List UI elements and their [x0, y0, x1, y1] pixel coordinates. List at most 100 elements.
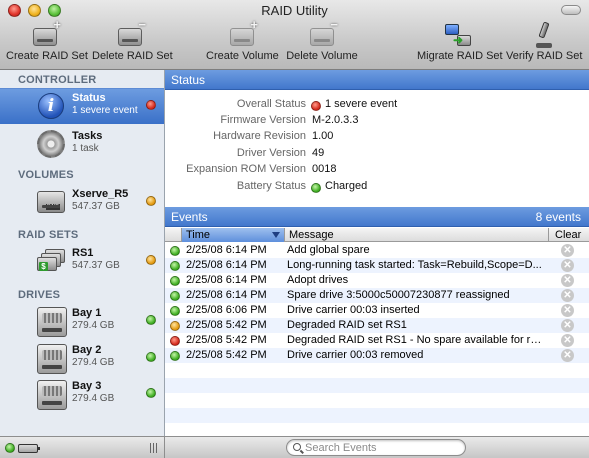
status-row-expansion-rom: Expansion ROM Version 0018: [165, 163, 589, 179]
migrate-raid-set-button[interactable]: ➜ Migrate RAID Set: [417, 20, 503, 68]
sidebar-item-label: Bay 2: [72, 344, 102, 356]
delete-volume-button[interactable]: − Delete Volume: [286, 18, 358, 68]
driver-version-label: Driver Version: [236, 147, 306, 159]
overall-status-label: Overall Status: [236, 98, 306, 110]
event-time: 2/25/08 6:14 PM: [186, 244, 267, 256]
table-row[interactable]: 2/25/08 6:14 PM Long-running task starte…: [165, 258, 589, 273]
controller-status-indicator: [5, 443, 15, 453]
event-time: 2/25/08 6:14 PM: [186, 289, 267, 301]
sidebar-item-sublabel: 1 task: [72, 143, 99, 154]
volume-drive-icon: RAID: [37, 191, 65, 213]
sidebar-item-raidset-rs1[interactable]: $ RS1 547.37 GB: [0, 244, 164, 280]
event-status-indicator: [170, 276, 180, 286]
sidebar-item-sublabel: 547.37 GB: [72, 260, 120, 271]
resize-grip-icon[interactable]: [150, 443, 158, 453]
overall-status-indicator: [311, 101, 321, 111]
gear-icon: [37, 130, 65, 158]
status-indicator: [146, 352, 156, 362]
table-row[interactable]: 2/25/08 6:06 PM Drive carrier 00:03 inse…: [165, 303, 589, 318]
sort-descending-icon: [272, 232, 280, 238]
sidebar-item-status[interactable]: i Status 1 severe event: [0, 88, 164, 124]
sidebar-footer: [0, 436, 165, 458]
events-table: Time Message Clear 2/25/08 6:14 PM Add g…: [165, 228, 589, 436]
event-message: Degraded RAID set RS1: [287, 319, 407, 331]
sidebar-item-volume-xserve-r5[interactable]: RAID Xserve_R5 547.37 GB: [0, 185, 164, 221]
sidebar-item-bay-3[interactable]: Bay 3 279.4 GB: [0, 377, 164, 413]
clear-event-icon[interactable]: ✕: [561, 289, 574, 302]
table-row[interactable]: 2/25/08 5:42 PM Drive carrier 00:03 remo…: [165, 348, 589, 363]
event-status-indicator: [170, 291, 180, 301]
toolbar-toggle-button[interactable]: [561, 5, 581, 15]
event-time: 2/25/08 5:42 PM: [186, 319, 267, 331]
sidebar-header-controller: CONTROLLER: [18, 74, 97, 86]
sidebar-item-sublabel: 279.4 GB: [72, 357, 115, 368]
status-indicator: [146, 315, 156, 325]
search-input[interactable]: [305, 441, 460, 454]
table-row[interactable]: 2/25/08 6:14 PM Spare drive 3:5000c50007…: [165, 288, 589, 303]
search-field[interactable]: [286, 439, 466, 456]
sidebar-item-bay-1[interactable]: Bay 1 279.4 GB: [0, 304, 164, 340]
sidebar-header-raid-sets: RAID SETS: [18, 229, 79, 241]
clear-event-icon[interactable]: ✕: [561, 274, 574, 287]
verify-raid-set-button[interactable]: Verify RAID Set: [506, 20, 582, 68]
clear-event-icon[interactable]: ✕: [561, 244, 574, 257]
window-titlebar: RAID Utility + Create RAID Set − Delete …: [0, 0, 589, 70]
clear-event-icon[interactable]: ✕: [561, 334, 574, 347]
event-status-indicator: [170, 336, 180, 346]
battery-icon: [18, 444, 40, 453]
sidebar-item-label: Tasks: [72, 130, 103, 142]
raid-set-icon: $: [37, 249, 65, 273]
disk-remove-icon: −: [115, 18, 146, 48]
hardware-revision-value: 1.00: [312, 130, 334, 142]
sidebar-item-label: Bay 3: [72, 380, 102, 392]
status-panel-title: Status: [171, 73, 206, 87]
volume-add-icon: +: [227, 18, 258, 48]
table-row[interactable]: 2/25/08 5:42 PM Degraded RAID set RS1 - …: [165, 333, 589, 348]
column-header-message[interactable]: Message: [286, 228, 334, 242]
event-time: 2/25/08 6:14 PM: [186, 259, 267, 271]
event-message: Add global spare: [287, 244, 370, 256]
clear-event-icon[interactable]: ✕: [561, 349, 574, 362]
clear-event-icon[interactable]: ✕: [561, 319, 574, 332]
sidebar-item-label: Status: [72, 92, 106, 104]
create-raid-set-button[interactable]: + Create RAID Set: [6, 18, 88, 68]
status-panel-header: Status: [165, 70, 589, 90]
create-volume-button[interactable]: + Create Volume: [206, 18, 279, 68]
events-panel-title: Events: [171, 210, 208, 224]
migrate-raid-set-label: Migrate RAID Set: [417, 50, 503, 62]
battery-status-label: Battery Status: [236, 180, 306, 192]
search-icon: [293, 443, 301, 451]
event-status-indicator: [170, 306, 180, 316]
column-header-clear[interactable]: Clear: [548, 228, 589, 242]
create-volume-label: Create Volume: [206, 50, 279, 62]
clear-event-icon[interactable]: ✕: [561, 304, 574, 317]
expansion-rom-label: Expansion ROM Version: [186, 163, 306, 175]
table-row[interactable]: 2/25/08 6:14 PM Add global spare ✕: [165, 243, 589, 258]
status-indicator: [146, 388, 156, 398]
verify-raid-set-label: Verify RAID Set: [506, 50, 583, 62]
disk-add-icon: +: [30, 18, 61, 48]
column-header-time[interactable]: Time: [181, 228, 285, 242]
sidebar-item-label: Bay 1: [72, 307, 102, 319]
event-time: 2/25/08 5:42 PM: [186, 349, 267, 361]
table-row[interactable]: 2/25/08 6:14 PM Adopt drives ✕: [165, 273, 589, 288]
table-row[interactable]: 2/25/08 5:42 PM Degraded RAID set RS1 ✕: [165, 318, 589, 333]
delete-raid-set-label: Delete RAID Set: [92, 50, 173, 62]
sidebar-item-tasks[interactable]: Tasks 1 task: [0, 127, 164, 163]
delete-raid-set-button[interactable]: − Delete RAID Set: [92, 18, 173, 68]
clear-event-icon[interactable]: ✕: [561, 259, 574, 272]
status-row-overall: Overall Status 1 severe event: [165, 98, 589, 114]
hardware-revision-label: Hardware Revision: [213, 130, 306, 142]
sidebar-item-bay-2[interactable]: Bay 2 279.4 GB: [0, 341, 164, 377]
event-time: 2/25/08 6:06 PM: [186, 304, 267, 316]
table-row-empty: [165, 378, 589, 393]
event-time: 2/25/08 5:42 PM: [186, 334, 267, 346]
event-status-indicator: [170, 261, 180, 271]
sidebar-item-sublabel: 547.37 GB: [72, 201, 120, 212]
table-row-empty: [165, 408, 589, 423]
event-status-indicator: [170, 351, 180, 361]
drive-bay-icon: [37, 344, 67, 374]
window-title: RAID Utility: [261, 3, 328, 18]
volume-remove-icon: −: [307, 18, 338, 48]
sidebar-item-sublabel: 279.4 GB: [72, 320, 115, 331]
